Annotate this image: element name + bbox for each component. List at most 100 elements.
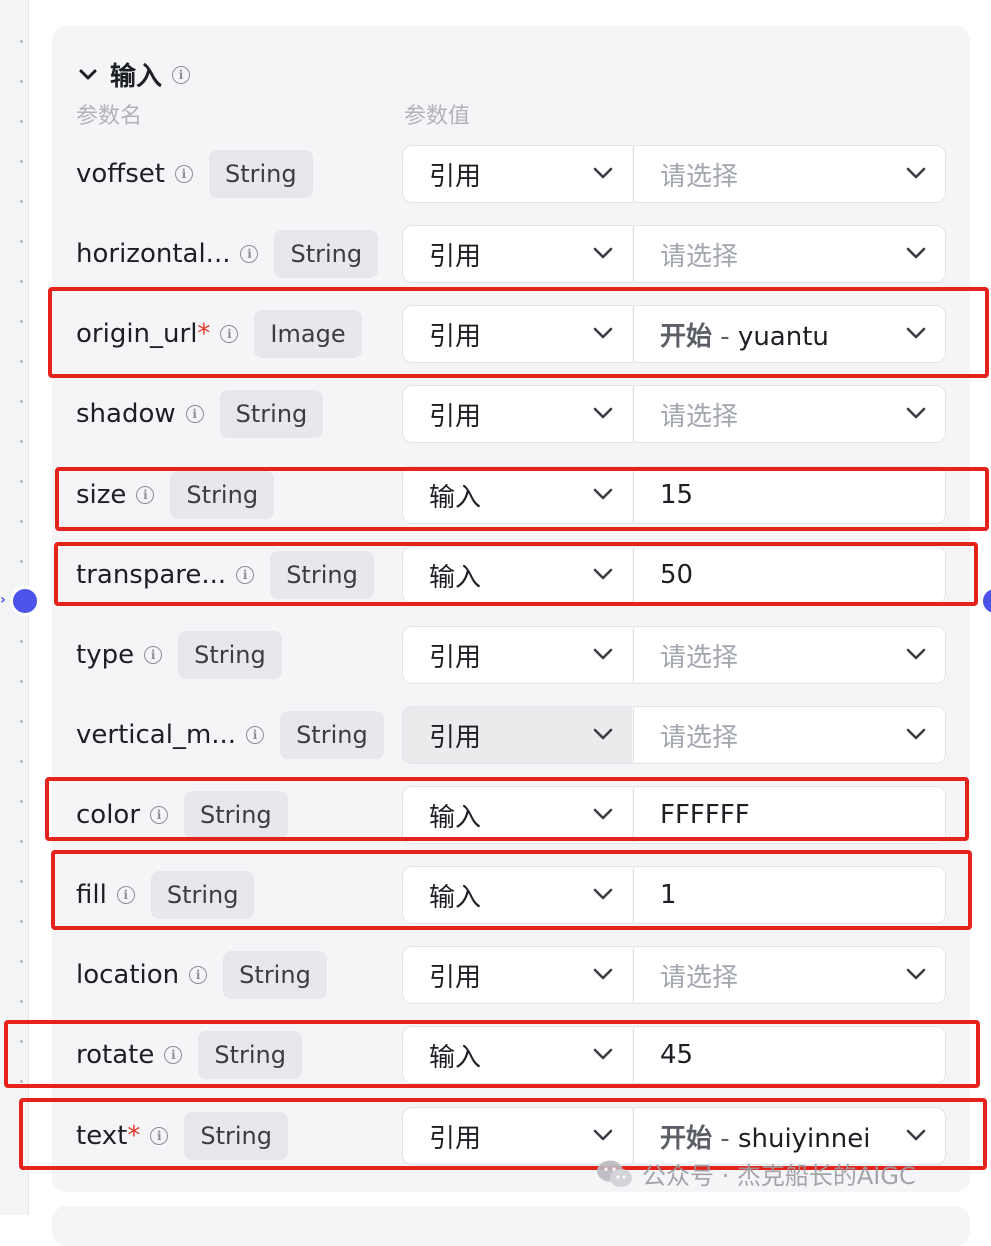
value-input[interactable]: 15 xyxy=(633,466,946,524)
mode-select-label: 引用 xyxy=(429,962,482,993)
column-header-name: 参数名 xyxy=(76,104,143,129)
type-badge: String xyxy=(219,390,324,438)
mode-select[interactable]: 输入 xyxy=(402,466,632,524)
chevron-down-icon xyxy=(592,966,614,985)
mode-select[interactable]: 输入 xyxy=(402,786,632,844)
param-value-text: 50 xyxy=(660,560,694,590)
chevron-down-icon xyxy=(592,245,614,264)
info-icon[interactable]: i xyxy=(164,1046,183,1064)
param-label: fill i String xyxy=(76,866,255,924)
param-value-text: 开始 - shuiyinnei xyxy=(660,1123,871,1154)
mode-select[interactable]: 引用 xyxy=(402,145,632,203)
param-name: type xyxy=(76,640,135,670)
info-icon[interactable]: i xyxy=(144,646,163,664)
input-port-handle[interactable] xyxy=(10,586,40,616)
wechat-icon xyxy=(597,1160,632,1187)
type-badge: String xyxy=(274,230,379,278)
watermark: 公众号 · 杰克船长的AIGC xyxy=(596,1156,916,1191)
required-mark: * xyxy=(197,319,211,349)
value-select[interactable]: 请选择 xyxy=(633,385,946,443)
chevron-down-icon xyxy=(592,806,614,825)
mode-select-label: 输入 xyxy=(429,562,482,593)
param-label: vertical_m... i String xyxy=(76,706,384,764)
param-label: horizontal... i String xyxy=(76,225,379,283)
value-select[interactable]: 请选择 xyxy=(633,145,946,203)
param-row: location i String 引用 请选择 xyxy=(0,946,991,1004)
info-icon[interactable]: i xyxy=(150,806,169,824)
type-badge: String xyxy=(184,791,288,839)
watermark-text: 公众号 · 杰克船长的AIGC xyxy=(642,1162,916,1190)
chevron-down-icon xyxy=(592,486,614,505)
mode-select[interactable]: 输入 xyxy=(402,546,632,604)
chevron-down-icon xyxy=(905,325,927,344)
param-row: fill i String 输入 1 xyxy=(0,866,991,924)
section-title: 输入 xyxy=(110,62,163,92)
value-input[interactable]: 1 xyxy=(633,866,946,924)
param-label: transpare... i String xyxy=(76,546,374,604)
next-section-panel xyxy=(52,1206,970,1246)
mode-select-label: 引用 xyxy=(429,1123,482,1154)
param-name: text* xyxy=(76,1121,141,1151)
info-icon[interactable]: i xyxy=(236,566,255,584)
mode-select[interactable]: 引用 xyxy=(402,706,632,764)
value-select[interactable]: 开始 - yuantu xyxy=(633,305,946,363)
param-row: vertical_m... i String 引用 请选择 xyxy=(0,706,991,764)
info-icon[interactable]: i xyxy=(240,245,259,263)
mode-select[interactable]: 引用 xyxy=(402,946,632,1004)
type-badge: String xyxy=(150,871,255,919)
param-name: color xyxy=(76,800,141,830)
value-select[interactable]: 请选择 xyxy=(633,626,946,684)
info-icon[interactable]: i xyxy=(189,966,208,984)
section-header: 输入 i xyxy=(76,56,191,93)
mode-select[interactable]: 引用 xyxy=(402,626,632,684)
param-name: vertical_m... xyxy=(76,720,237,750)
info-icon[interactable]: i xyxy=(172,65,191,84)
mode-select[interactable]: 引用 xyxy=(402,385,632,443)
value-input[interactable]: FFFFFF xyxy=(633,786,946,844)
param-row: color i String 输入 FFFFFF xyxy=(0,786,991,844)
info-icon[interactable]: i xyxy=(136,486,155,504)
info-icon[interactable]: i xyxy=(174,165,193,183)
param-row: transpare... i String 输入 50 xyxy=(0,546,991,604)
mode-select-label: 输入 xyxy=(429,1042,482,1073)
value-select[interactable]: 请选择 xyxy=(633,946,946,1004)
param-value-text: 15 xyxy=(660,480,694,510)
param-label: text* i String xyxy=(76,1107,288,1165)
chevron-down-icon xyxy=(592,566,614,585)
type-badge: String xyxy=(280,711,384,759)
mode-select[interactable]: 引用 xyxy=(402,305,632,363)
collapse-chevron-icon[interactable] xyxy=(76,63,100,87)
type-badge: String xyxy=(223,951,327,999)
value-select[interactable]: 请选择 xyxy=(633,706,946,764)
mode-select-label: 输入 xyxy=(429,482,482,513)
param-label: type i String xyxy=(76,626,282,684)
mode-select-label: 引用 xyxy=(429,161,482,192)
type-badge: Image xyxy=(254,310,362,358)
param-name: transpare... xyxy=(76,560,227,590)
mode-select[interactable]: 引用 xyxy=(402,225,632,283)
param-label: shadow i String xyxy=(76,385,324,443)
chevron-down-icon xyxy=(592,726,614,745)
chevron-down-icon xyxy=(905,966,927,985)
mode-select[interactable]: 输入 xyxy=(402,866,632,924)
value-select[interactable]: 请选择 xyxy=(633,225,946,283)
info-icon[interactable]: i xyxy=(246,726,265,744)
chevron-down-icon xyxy=(592,646,614,665)
value-input[interactable]: 50 xyxy=(633,546,946,604)
info-icon[interactable]: i xyxy=(150,1127,169,1145)
column-header-value: 参数值 xyxy=(404,104,471,129)
param-row: shadow i String 引用 请选择 xyxy=(0,385,991,443)
value-input[interactable]: 45 xyxy=(633,1026,946,1084)
info-icon[interactable]: i xyxy=(220,325,239,343)
param-value-text: 开始 - yuantu xyxy=(660,321,829,352)
param-row: voffset i String 引用 请选择 xyxy=(0,145,991,203)
param-label: location i String xyxy=(76,946,327,1004)
mode-select[interactable]: 输入 xyxy=(402,1026,632,1084)
info-icon[interactable]: i xyxy=(116,886,135,904)
param-value-text: FFFFFF xyxy=(660,800,750,830)
info-icon[interactable]: i xyxy=(185,405,204,423)
required-mark: * xyxy=(127,1121,141,1151)
mode-select-label: 输入 xyxy=(429,882,482,913)
param-value-text: 45 xyxy=(660,1040,694,1070)
param-value-text: 请选择 xyxy=(660,962,739,993)
